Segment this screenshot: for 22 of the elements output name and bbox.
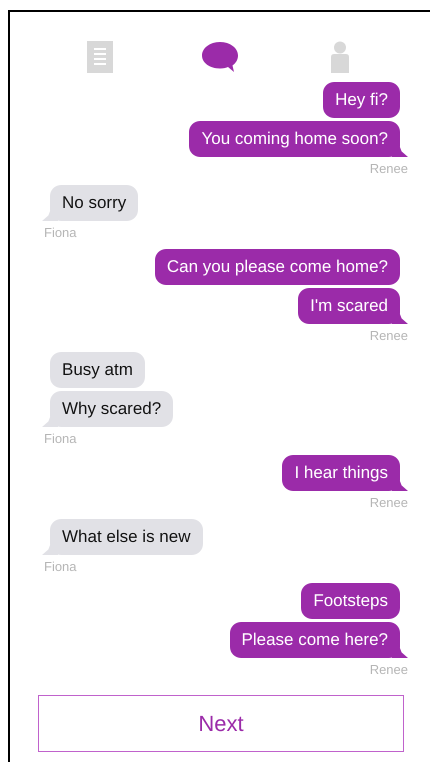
sender-name: Renee — [370, 161, 408, 176]
sender-name: Renee — [370, 495, 408, 510]
notes-icon — [87, 41, 113, 73]
received-message-bubble: Why scared? — [42, 391, 174, 427]
sent-message-bubble: Please come here? — [230, 622, 408, 658]
received-message-bubble: What else is new — [42, 519, 202, 555]
speech-bubble-icon — [201, 41, 239, 73]
next-button[interactable]: Next — [38, 695, 404, 752]
sender-name: Fiona — [44, 225, 77, 240]
sender-name: Renee — [370, 662, 408, 677]
sent-message-bubble: I'm scared — [298, 288, 408, 324]
received-message-bubble: No sorry — [42, 185, 138, 221]
received-message-bubble: Busy atm — [42, 352, 145, 388]
sender-name: Fiona — [44, 559, 77, 574]
sent-message-bubble: I hear things — [282, 455, 408, 491]
sender-name: Renee — [370, 328, 408, 343]
sender-name: Fiona — [44, 431, 77, 446]
person-icon — [331, 41, 349, 73]
sent-message-bubble: Footsteps — [301, 583, 408, 619]
sent-message-bubble: You coming home soon? — [189, 121, 408, 157]
sent-message-bubble: Hey fi? — [323, 82, 408, 118]
sent-message-bubble: Can you please come home? — [154, 249, 408, 285]
